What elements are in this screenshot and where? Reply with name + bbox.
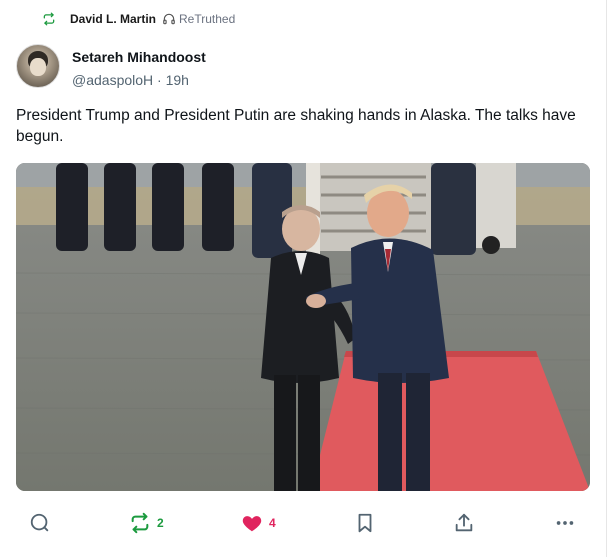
share-button[interactable] [453, 505, 475, 541]
post-text: President Trump and President Putin are … [16, 107, 576, 145]
share-icon [453, 512, 475, 534]
author-name[interactable]: Setareh Mihandoost [72, 48, 206, 66]
retruth-icon [42, 12, 56, 26]
reply-button[interactable] [29, 505, 51, 541]
like-count: 4 [269, 516, 276, 530]
like-button[interactable]: 4 [241, 505, 276, 541]
retruth-action-icon [129, 512, 151, 534]
author-handle[interactable]: @adaspoloH [72, 72, 153, 88]
more-icon [554, 512, 576, 534]
retruth-row: David L. Martin ReTruthed [42, 10, 235, 28]
bookmark-button[interactable] [354, 505, 376, 541]
post-time[interactable]: 19h [166, 72, 189, 88]
retruth-label: ReTruthed [179, 12, 236, 26]
post-card: David L. Martin ReTruthed Setareh Mihand… [0, 0, 607, 557]
more-button[interactable] [554, 505, 576, 541]
retruth-button[interactable]: 2 [129, 505, 164, 541]
headphones-icon [162, 12, 176, 26]
bookmark-icon [354, 512, 376, 534]
author-block: Setareh Mihandoost @adaspoloH · 19h [16, 44, 206, 90]
retruth-user-name[interactable]: David L. Martin [70, 12, 156, 26]
retruth-tag: ReTruthed [162, 12, 235, 26]
author-meta: @adaspoloH · 19h [72, 70, 206, 90]
post-image[interactable] [16, 163, 590, 491]
avatar[interactable] [16, 44, 60, 88]
retruth-count: 2 [157, 516, 164, 530]
meta-separator: · [157, 72, 162, 88]
heart-icon [241, 512, 263, 534]
reply-icon [29, 512, 51, 534]
action-bar: 2 4 [0, 505, 607, 541]
